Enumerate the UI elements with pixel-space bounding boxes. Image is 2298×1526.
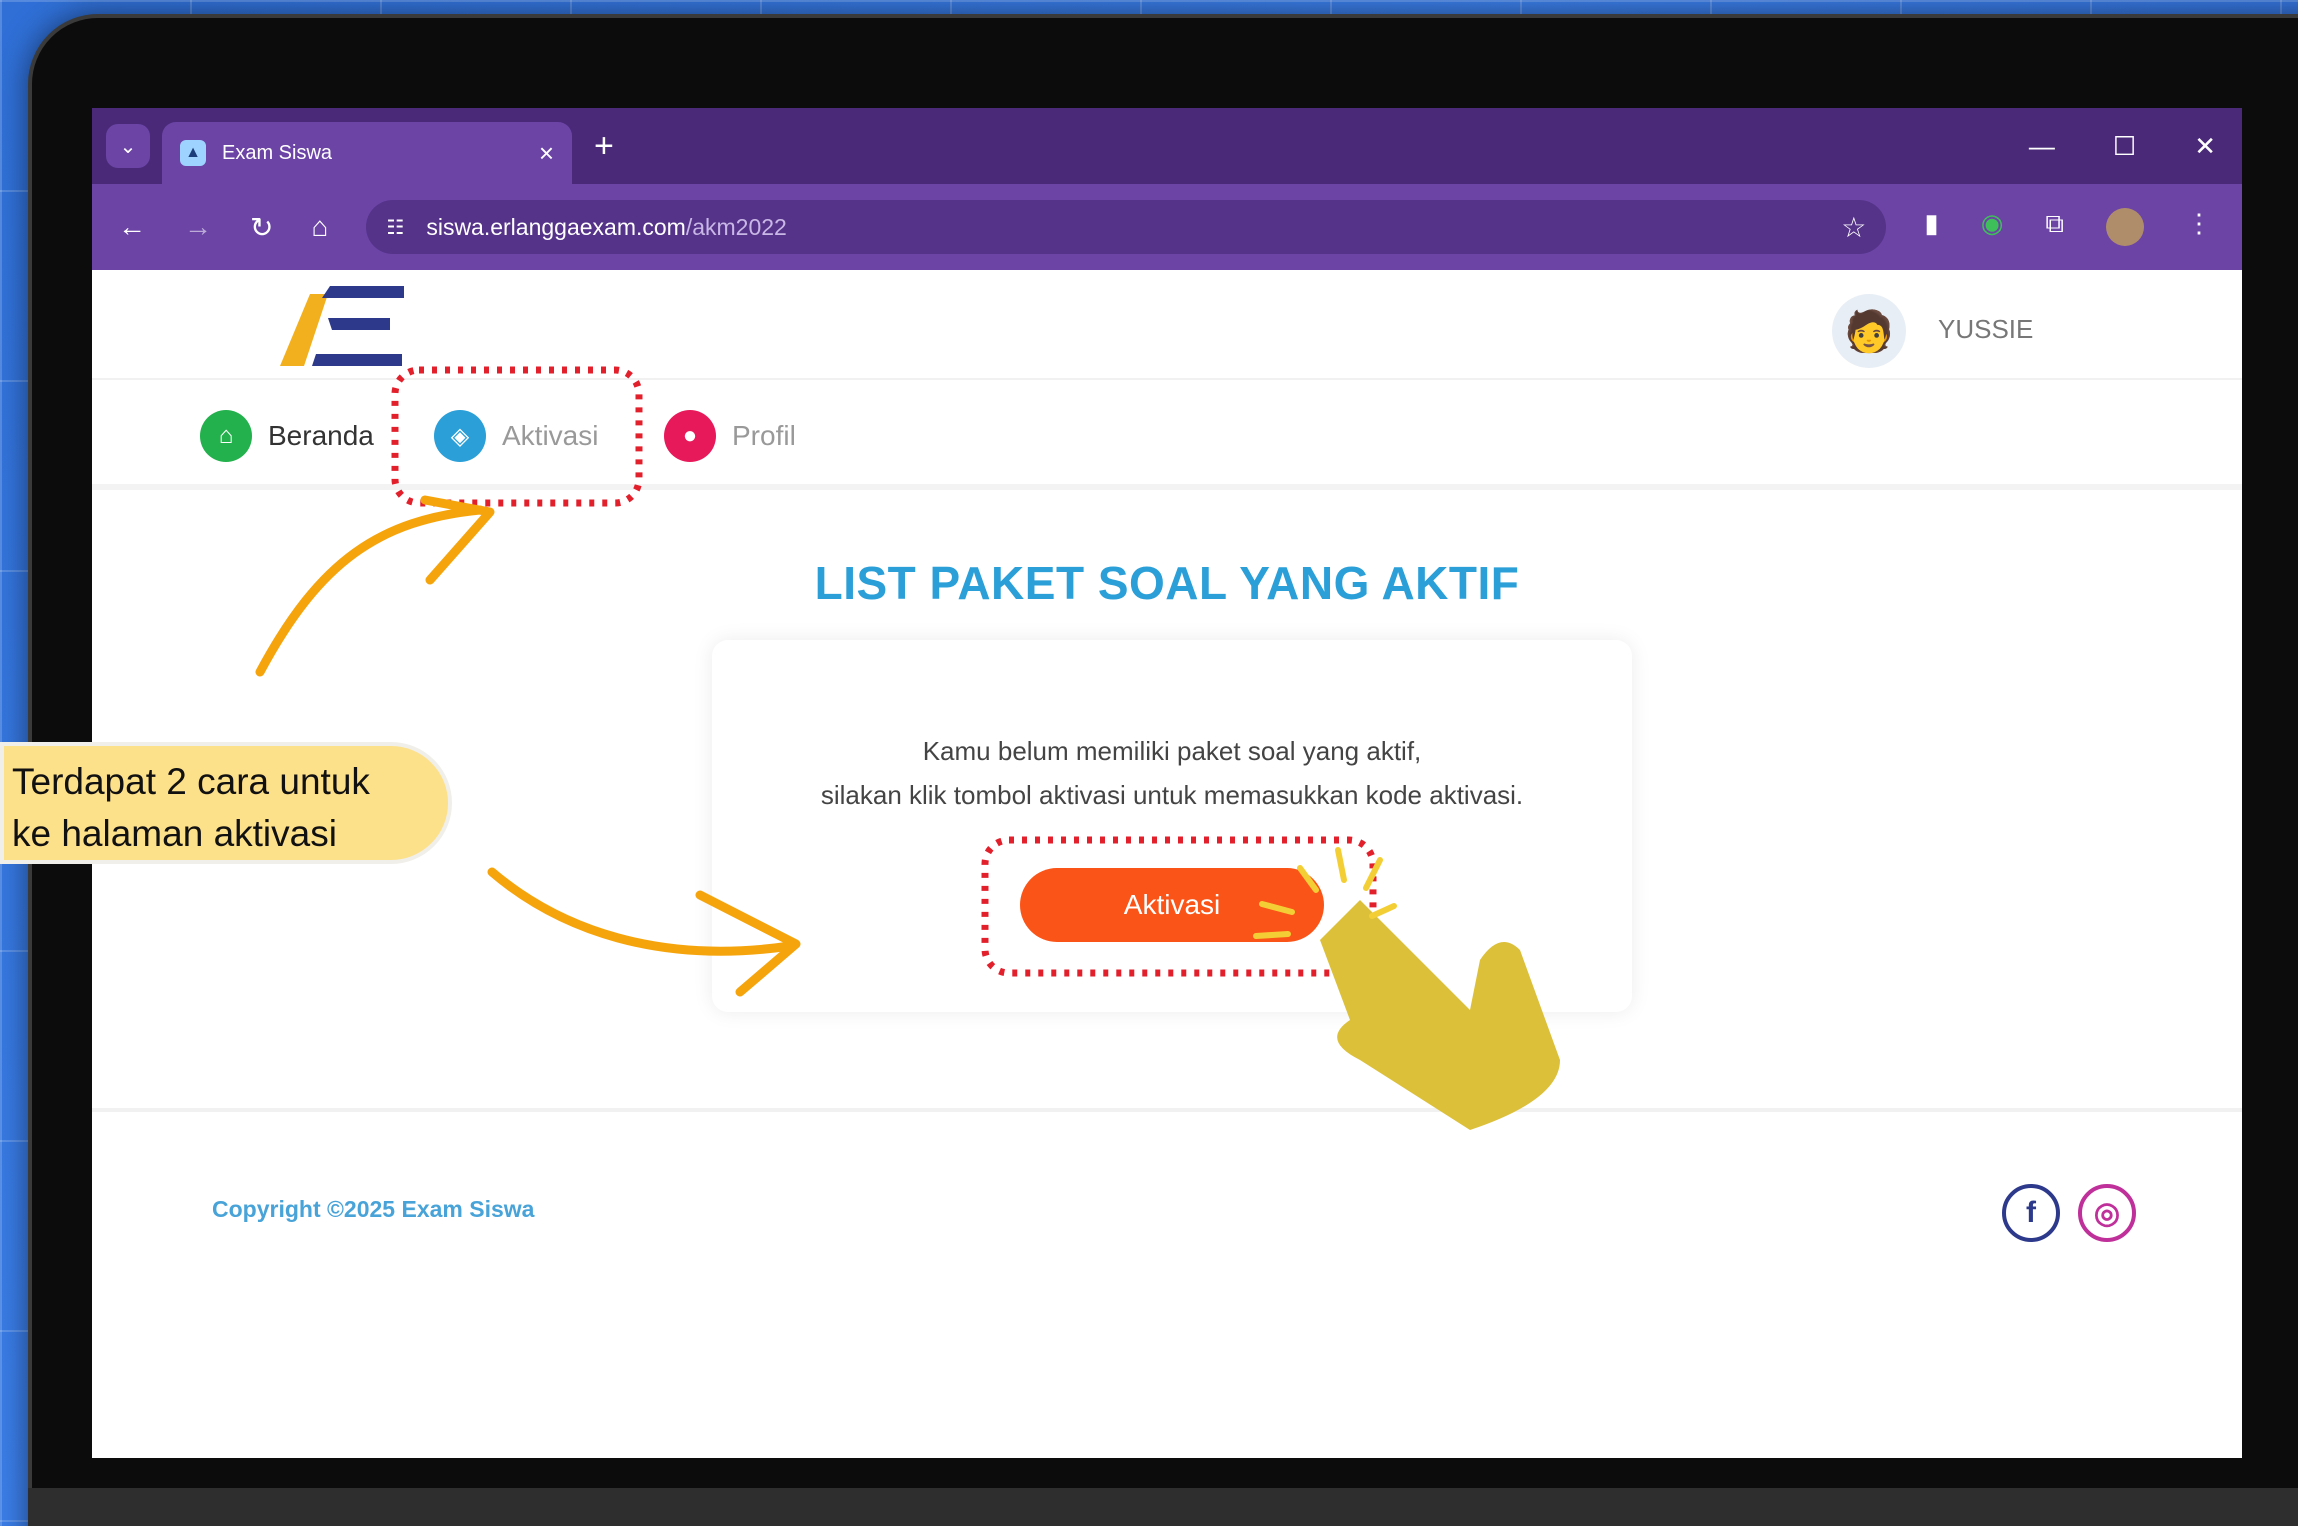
- site-settings-icon[interactable]: ☷: [386, 215, 404, 240]
- empty-state-card: Kamu belum memiliki paket soal yang akti…: [712, 640, 1632, 1012]
- user-icon: ●: [664, 410, 716, 462]
- profile-avatar-icon[interactable]: [2105, 208, 2144, 246]
- forward-arrow-icon[interactable]: →: [184, 211, 212, 243]
- tab-title: Exam Siswa: [222, 141, 333, 164]
- user-avatar[interactable]: 🧑: [1832, 294, 1906, 368]
- extensions-puzzle-icon[interactable]: ⧉: [2045, 208, 2064, 246]
- laptop-base: [28, 1488, 2298, 1526]
- extension-icons: ▮ ◉ ⧉ ⋮: [1924, 208, 2212, 246]
- tab-bar: ⌄ ▲ Exam Siswa × + — ☐ ✕: [92, 108, 2242, 184]
- exam-favicon-icon: ▲: [180, 140, 206, 166]
- user-name[interactable]: YUSSIE: [1938, 314, 2033, 345]
- home-button-icon[interactable]: ⌂: [311, 211, 328, 243]
- site-header: 🧑 YUSSIE: [92, 270, 2242, 378]
- minimize-icon[interactable]: —: [2029, 131, 2055, 162]
- tab-search-button[interactable]: ⌄: [106, 124, 150, 168]
- window-controls: — ☐ ✕: [2029, 131, 2242, 162]
- nav-item-profil[interactable]: ● Profil: [664, 410, 796, 462]
- browser-menu-icon[interactable]: ⋮: [2186, 208, 2212, 246]
- close-window-icon[interactable]: ✕: [2194, 131, 2216, 162]
- nav-item-beranda[interactable]: ⌂ Beranda: [200, 410, 374, 462]
- new-tab-icon[interactable]: +: [594, 127, 614, 166]
- site-footer: Copyright ©2025 Exam Siswa f ◎: [92, 1108, 2242, 1458]
- nav-item-aktivasi[interactable]: ◈ Aktivasi: [434, 410, 598, 462]
- main-nav: ⌂ Beranda ◈ Aktivasi ● Profil: [92, 378, 2242, 490]
- empty-message-line2: silakan klik tombol aktivasi untuk memas…: [820, 780, 1524, 810]
- browser-tab[interactable]: ▲ Exam Siswa ×: [162, 122, 572, 184]
- reload-icon[interactable]: ↻: [250, 211, 273, 244]
- url-path: /akm2022: [685, 213, 787, 240]
- tab-close-icon[interactable]: ×: [539, 138, 554, 169]
- nav-label-beranda: Beranda: [268, 420, 374, 451]
- extension-doc-icon[interactable]: ▮: [1924, 208, 1938, 246]
- erlangga-logo[interactable]: [270, 280, 410, 370]
- page-title: LIST PAKET SOAL YANG AKTIF: [814, 557, 1520, 609]
- bookmark-star-icon[interactable]: ☆: [1841, 211, 1866, 244]
- nav-label-profil: Profil: [732, 420, 796, 451]
- extension-eye-icon[interactable]: ◉: [1981, 208, 2004, 246]
- back-arrow-icon[interactable]: ←: [118, 211, 146, 243]
- aktivasi-button[interactable]: Aktivasi: [1020, 868, 1324, 942]
- url-host: siswa.erlanggaexam.com: [426, 213, 686, 240]
- copyright-text: Copyright ©2025 Exam Siswa: [212, 1196, 535, 1222]
- address-bar[interactable]: ☷ siswa.erlanggaexam.com/akm2022 ☆: [366, 200, 1887, 254]
- empty-message-line1-abs: Kamu belum memiliki paket soal yang akti…: [922, 736, 1422, 766]
- instruction-callout: Terdapat 2 cara untuk ke halaman aktivas…: [0, 742, 452, 864]
- facebook-icon[interactable]: f: [2002, 1184, 2060, 1242]
- nav-label-aktivasi: Aktivasi: [502, 420, 599, 451]
- home-icon: ⌂: [200, 410, 252, 462]
- instagram-icon[interactable]: ◎: [2078, 1184, 2136, 1242]
- callout-line2: ke halaman aktivasi: [12, 813, 337, 854]
- callout-line1: Terdapat 2 cara untuk: [12, 761, 370, 802]
- browser-toolbar: ← → ↻ ⌂ ☷ siswa.erlanggaexam.com/akm2022…: [92, 184, 2242, 270]
- tag-icon: ◈: [434, 410, 486, 462]
- maximize-icon[interactable]: ☐: [2113, 131, 2136, 162]
